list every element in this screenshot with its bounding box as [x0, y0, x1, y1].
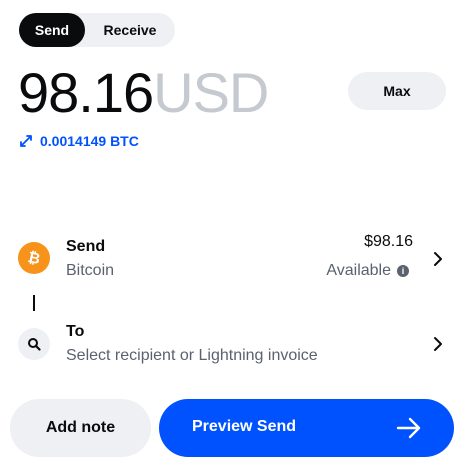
- available-label-group: Available i: [326, 262, 409, 280]
- chevron-right-icon: [434, 337, 442, 351]
- bitcoin-icon: ₿: [18, 242, 50, 274]
- info-icon[interactable]: i: [397, 265, 409, 277]
- swap-arrows-icon: [20, 135, 32, 147]
- send-row-asset: Bitcoin: [66, 262, 115, 279]
- tab-send[interactable]: Send: [19, 13, 85, 47]
- arrow-right-icon: [396, 417, 421, 439]
- available-balance: $98.16: [364, 233, 413, 250]
- amount-display[interactable]: 98.16 USD: [18, 58, 269, 128]
- preview-send-label: Preview Send: [192, 418, 297, 435]
- amount-value: 98.16: [18, 61, 154, 124]
- add-note-button[interactable]: Add note: [10, 399, 151, 457]
- preview-send-button[interactable]: Preview Send: [159, 399, 454, 457]
- send-row-title: Send: [66, 238, 106, 255]
- currency-conversion-toggle[interactable]: 0.0014149 BTC: [18, 131, 139, 151]
- to-row-title: To: [66, 323, 85, 340]
- search-icon: [18, 328, 50, 360]
- recipient-row[interactable]: To Select recipient or Lightning invoice: [0, 318, 459, 372]
- svg-text:₿: ₿: [26, 249, 42, 267]
- send-asset-row[interactable]: ₿ Send Bitcoin $98.16 Available i: [0, 228, 459, 290]
- amount-currency: USD: [153, 61, 269, 124]
- row-connector-line: [33, 295, 35, 311]
- btc-amount: 0.0014149 BTC: [40, 133, 139, 149]
- send-receive-toggle: Send Receive: [19, 13, 175, 47]
- max-button[interactable]: Max: [348, 72, 446, 110]
- tab-receive[interactable]: Receive: [85, 13, 175, 47]
- to-row-placeholder: Select recipient or Lightning invoice: [66, 347, 318, 364]
- available-label: Available: [326, 262, 391, 279]
- chevron-right-icon: [434, 252, 442, 266]
